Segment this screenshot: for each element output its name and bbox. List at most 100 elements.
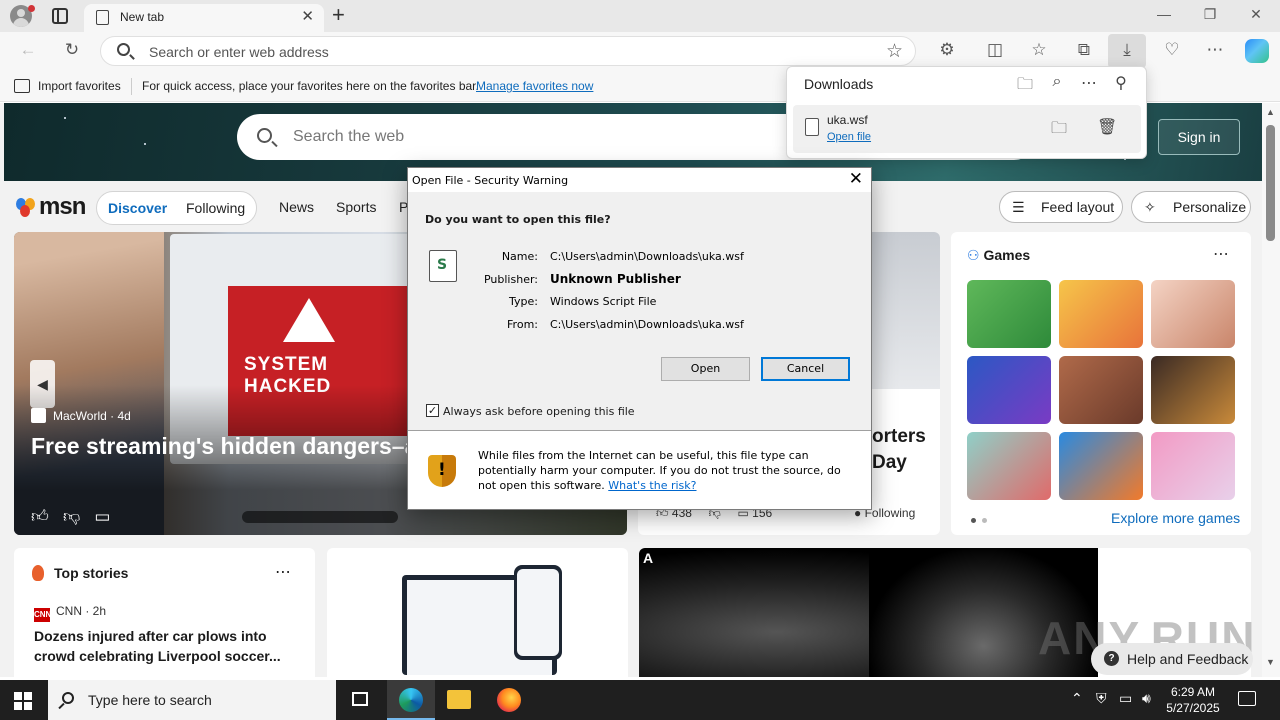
games-more-icon[interactable]: ⋯ <box>1213 244 1229 264</box>
split-screen-icon[interactable]: ◫ <box>984 40 1006 60</box>
clock-date: 5/27/2025 <box>1166 701 1220 715</box>
import-favorites-button[interactable]: Import favorites <box>38 79 121 93</box>
scroll-up-icon[interactable]: ▲ <box>1266 107 1275 117</box>
pin-icon[interactable]: ⚲ <box>1111 73 1131 93</box>
taskbar-firefox[interactable] <box>485 680 533 720</box>
security-tray-icon[interactable]: ⛨ <box>1096 690 1107 707</box>
collections-icon[interactable]: ⧉ <box>1073 40 1095 60</box>
tab-new-tab[interactable]: New tab ✕ <box>84 4 324 32</box>
warning-text: While files from the Internet can be use… <box>478 449 841 492</box>
always-ask-label[interactable]: Always ask before opening this file <box>443 405 635 418</box>
game-tile[interactable] <box>967 356 1051 424</box>
always-ask-checkbox[interactable]: ✓ <box>426 404 439 417</box>
game-tile[interactable] <box>1059 432 1143 500</box>
game-tile[interactable] <box>1059 356 1143 424</box>
like-icon[interactable]: 👍︎ <box>31 507 49 526</box>
download-item[interactable]: uka.wsf Open file 🗀 🗑︎ <box>793 105 1141 153</box>
nav-sports[interactable]: Sports <box>336 199 376 215</box>
copilot-icon[interactable] <box>1245 39 1269 63</box>
network-icon[interactable]: ▭ <box>1119 690 1132 707</box>
manage-favorites-link[interactable]: Manage favorites now <box>476 79 593 93</box>
dialog-close-icon[interactable]: ✕ <box>849 169 863 189</box>
from-value: C:\Users\admin\Downloads\uka.wsf <box>550 318 744 331</box>
open-folder-icon[interactable]: 🗀 <box>1015 73 1035 100</box>
comment-icon[interactable]: ▭ <box>94 507 110 526</box>
whats-the-risk-link[interactable]: What's the risk? <box>608 479 696 492</box>
search-icon <box>117 43 130 56</box>
personalize-button[interactable]: ✧ Personalize <box>1131 191 1251 223</box>
search-icon <box>62 692 74 704</box>
search-icon <box>257 128 272 143</box>
more-menu-icon[interactable]: ⋯ <box>1204 40 1226 60</box>
scroll-down-icon[interactable]: ▼ <box>1266 657 1275 667</box>
mri-label: A <box>643 550 654 566</box>
back-icon[interactable]: ← <box>17 40 39 60</box>
open-file-link[interactable]: Open file <box>827 131 871 143</box>
edge-icon <box>399 688 423 712</box>
browser-essentials-icon[interactable]: ♡ <box>1161 40 1183 60</box>
top-stories-more-icon[interactable]: ⋯ <box>275 562 291 582</box>
from-label: From: <box>507 318 538 331</box>
warning-section: While files from the Internet can be use… <box>408 431 871 509</box>
msn-logo[interactable]: msn <box>16 193 86 221</box>
tab-close-icon[interactable]: ✕ <box>301 7 314 25</box>
game-tile[interactable] <box>1151 432 1235 500</box>
nav-news[interactable]: News <box>279 199 314 215</box>
delete-icon[interactable]: 🗑︎ <box>1097 117 1117 137</box>
sliders-icon: ☰ <box>1012 199 1025 215</box>
cancel-button[interactable]: Cancel <box>761 357 850 381</box>
taskbar-file-explorer[interactable] <box>435 680 483 720</box>
name-label: Name: <box>501 250 538 263</box>
downloads-button[interactable]: ⤓ <box>1108 34 1146 68</box>
notification-icon[interactable] <box>1238 691 1256 706</box>
top-story-headline[interactable]: Dozens injured after car plows into crow… <box>34 626 294 666</box>
tab-following[interactable]: Following <box>186 200 245 216</box>
taskbar-edge[interactable] <box>387 680 435 720</box>
new-tab-plus-icon[interactable]: + <box>332 3 345 27</box>
show-in-folder-icon[interactable]: 🗀 <box>1049 117 1069 144</box>
game-tile[interactable] <box>1151 280 1235 348</box>
task-view-button[interactable] <box>336 680 384 720</box>
msn-wordmark: msn <box>39 193 86 220</box>
game-tile[interactable] <box>1151 356 1235 424</box>
address-placeholder: Search or enter web address <box>149 44 329 60</box>
scroll-thumb[interactable] <box>1266 125 1275 241</box>
restore-icon[interactable]: ❐ <box>1187 6 1233 23</box>
tab-discover[interactable]: Discover <box>108 200 167 216</box>
more-options-icon[interactable]: ⋯ <box>1079 73 1099 93</box>
game-tile[interactable] <box>967 280 1051 348</box>
tab-actions-icon[interactable] <box>52 8 68 24</box>
minimize-icon[interactable]: — <box>1141 6 1187 22</box>
secondary-headline: orters Day <box>872 426 926 473</box>
warning-shield-icon <box>428 455 456 487</box>
taskbar-clock[interactable]: 6:29 AM 5/27/2025 <box>1162 684 1224 716</box>
close-window-icon[interactable]: ✕ <box>1233 6 1279 23</box>
page-dot[interactable] <box>971 518 976 523</box>
volume-icon[interactable]: 🔊︎ <box>1142 690 1151 707</box>
tray-chevron-icon[interactable]: ⌃ <box>1071 690 1083 707</box>
refresh-icon[interactable]: ↻ <box>61 40 83 60</box>
taskbar-search-box[interactable]: Type here to search <box>48 680 336 720</box>
page-scrollbar[interactable]: ▲ ▼ <box>1262 103 1280 677</box>
promo-card[interactable] <box>327 548 628 677</box>
address-bar[interactable]: Search or enter web address ☆ <box>100 36 916 66</box>
game-tile[interactable] <box>1059 280 1143 348</box>
windows-start-icon[interactable] <box>14 692 32 710</box>
search-icon[interactable]: ⌕ <box>1047 73 1067 91</box>
extensions-icon[interactable]: ⚙ <box>936 40 958 60</box>
dislike-icon[interactable]: 👎︎ <box>63 507 80 526</box>
favorites-icon[interactable]: ☆ <box>1028 40 1050 60</box>
downloads-panel: Downloads 🗀 ⌕ ⋯ ⚲ uka.wsf Open file 🗀 🗑︎ <box>786 66 1147 159</box>
explore-more-games-link[interactable]: Explore more games <box>1111 510 1240 526</box>
open-button[interactable]: Open <box>661 357 750 381</box>
help-feedback-button[interactable]: ? Help and Feedback <box>1091 643 1253 675</box>
page-dot[interactable] <box>982 518 987 523</box>
carousel-dots[interactable] <box>242 511 398 523</box>
download-icon: ⤓ <box>1123 40 1131 59</box>
feed-layout-button[interactable]: ☰ Feed layout <box>999 191 1123 223</box>
game-tile[interactable] <box>967 432 1051 500</box>
sign-in-button[interactable]: Sign in <box>1158 119 1240 155</box>
favorite-star-icon[interactable]: ☆ <box>886 40 903 63</box>
favorites-bar-message: For quick access, place your favorites h… <box>142 79 479 93</box>
phone-image <box>514 565 562 660</box>
